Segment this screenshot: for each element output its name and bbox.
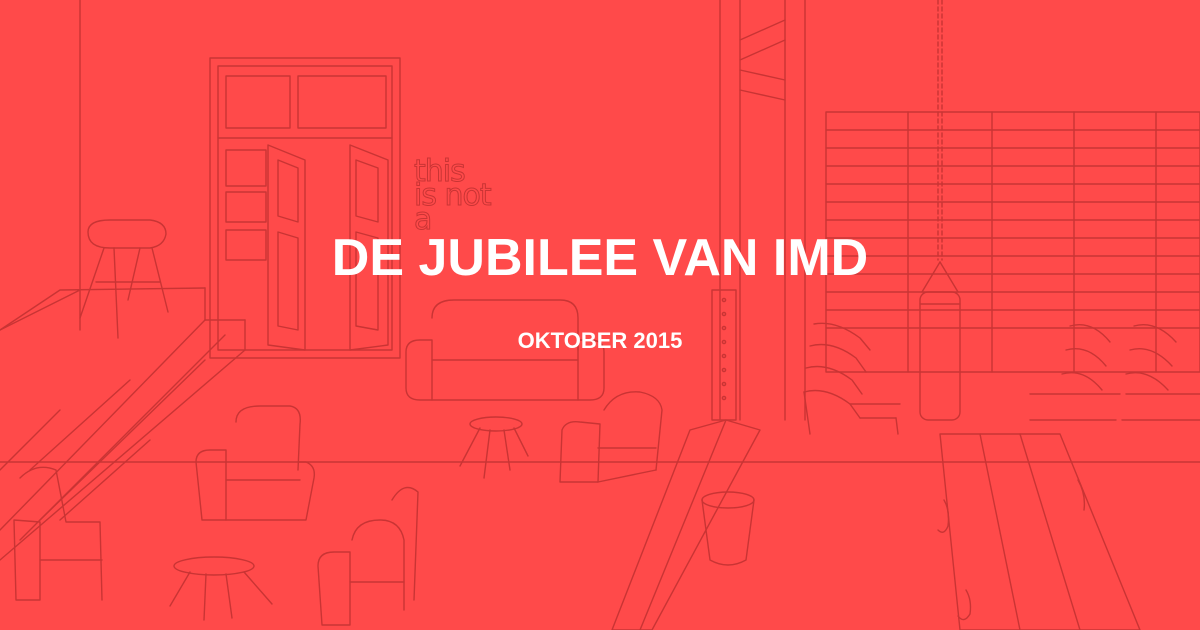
event-date: OKTOBER 2015 <box>517 328 683 353</box>
gym-bench-icon <box>612 420 760 630</box>
bucket-icon <box>702 492 754 565</box>
double-door-icon <box>210 58 400 358</box>
armchair-icon <box>560 392 662 482</box>
social-banner: this is not a DE JUBILEE VAN IMD OKTOBER… <box>0 0 1200 630</box>
armchair-icon <box>318 488 418 626</box>
interior-line-drawing <box>0 0 1200 630</box>
armchair-icon <box>196 406 314 520</box>
stool-icon <box>460 417 528 478</box>
peg-pole <box>712 290 736 420</box>
punching-bag-icon <box>920 0 960 420</box>
wall-text: this is not a <box>414 154 493 237</box>
table-icon <box>938 434 1140 630</box>
page-title: DE JUBILEE VAN IMD <box>331 229 869 287</box>
stool-icon <box>170 557 272 620</box>
